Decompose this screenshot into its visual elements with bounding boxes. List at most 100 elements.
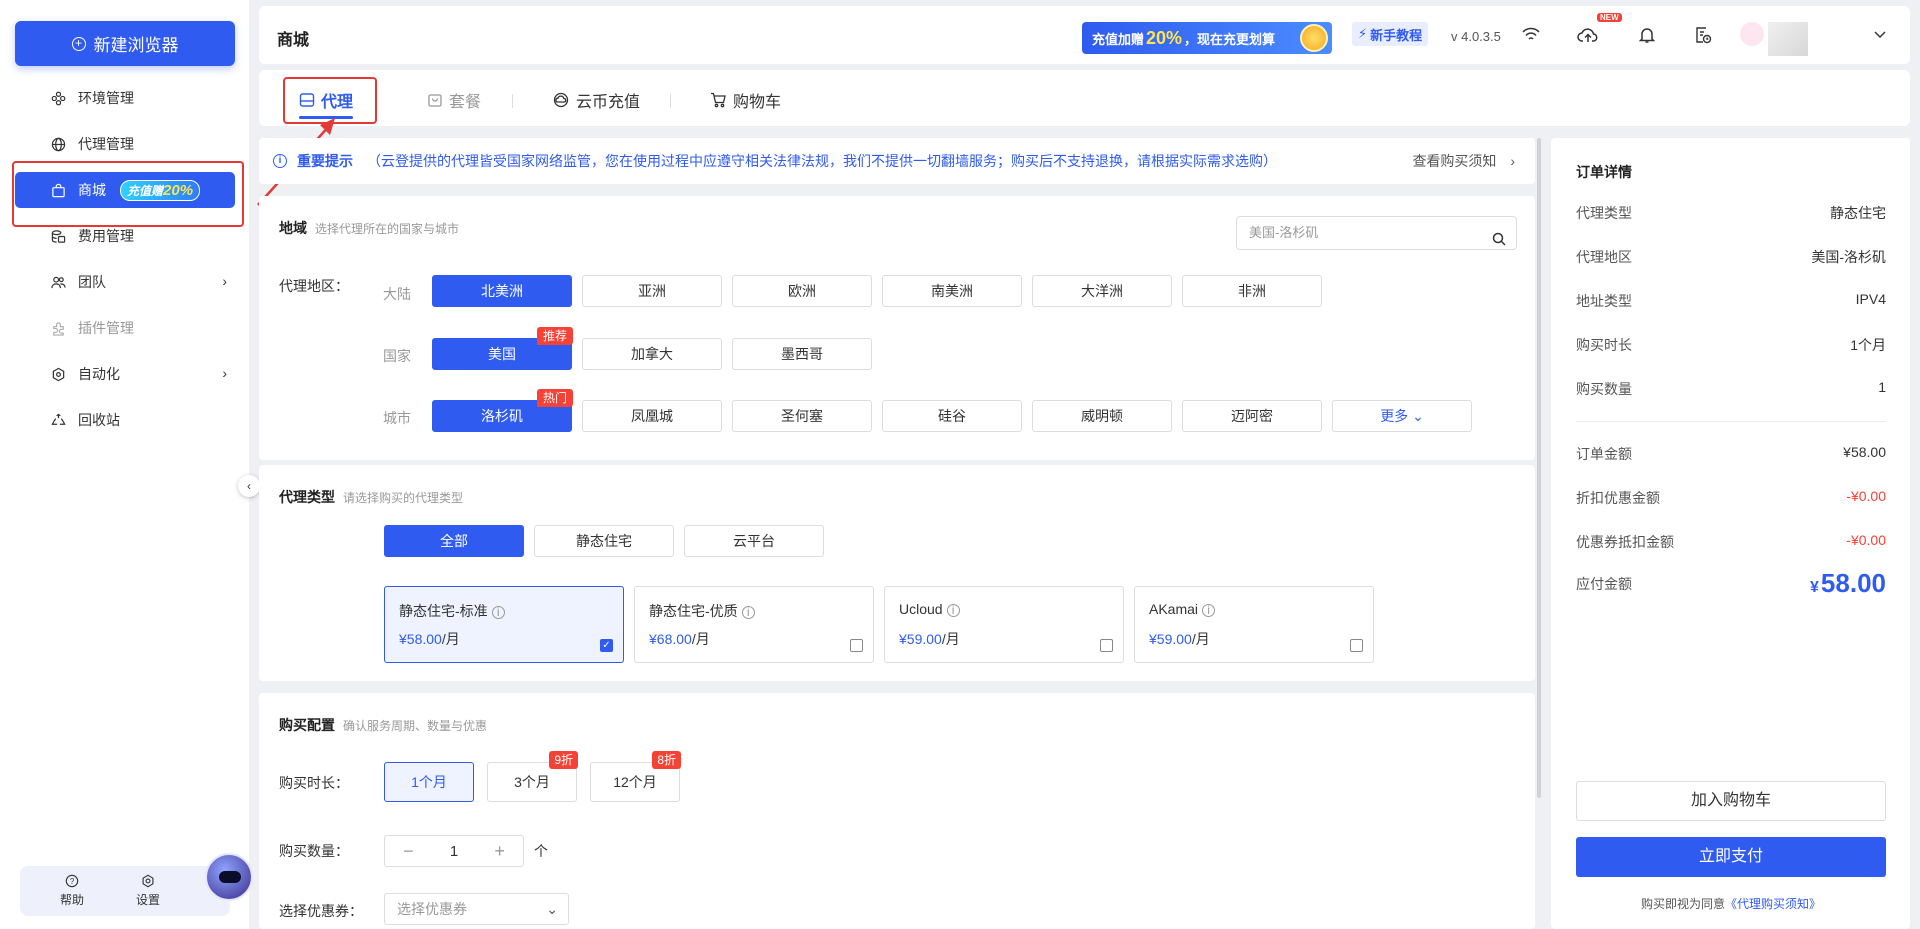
cart-icon: [711, 92, 726, 108]
more-cities-button[interactable]: 更多 ⌄: [1332, 400, 1472, 432]
sidebar-item-plugins[interactable]: 插件管理: [15, 310, 235, 346]
help-circle-icon: ?: [65, 874, 79, 888]
add-to-cart-button[interactable]: 加入购物车: [1576, 781, 1886, 821]
checkbox-checked[interactable]: ✓: [600, 639, 613, 652]
important-notice: i 重要提示 （云登提供的代理皆受国家网络监管，您在使用过程中应遵守相关法律法规…: [259, 138, 1535, 184]
recycle-icon: [50, 412, 66, 428]
bell-icon[interactable]: [1636, 24, 1658, 46]
cloud-upload-icon[interactable]: [1577, 24, 1599, 46]
sidebar-item-team[interactable]: 团队 ›: [15, 264, 235, 300]
region-row-label: 代理地区：: [279, 278, 349, 294]
proxy-filter-all[interactable]: 全部: [384, 525, 524, 557]
new-browser-button[interactable]: + 新建浏览器: [15, 21, 235, 66]
minus-icon[interactable]: −: [403, 841, 414, 862]
payable-amount: ¥58.00: [1810, 568, 1886, 598]
gear-icon: [142, 874, 154, 888]
discount-row: 折扣优惠金额 -¥0.00: [1576, 488, 1886, 506]
sidebar-item-environment[interactable]: 环境管理: [15, 80, 235, 116]
duration-option[interactable]: 12个月 8折: [590, 751, 681, 802]
package-icon: [428, 94, 442, 107]
city-option[interactable]: 威明顿: [1032, 400, 1172, 432]
region-search-input[interactable]: 美国-洛杉矶: [1236, 216, 1517, 250]
info-icon: i: [491, 606, 505, 619]
continent-option[interactable]: 非洲: [1182, 275, 1322, 307]
proxy-type-section: 代理类型 请选择购买的代理类型 全部 静态住宅 云平台 静态住宅-标准 i ¥58.…: [259, 465, 1535, 681]
coin-icon: [1300, 24, 1328, 52]
city-option[interactable]: 硅谷: [882, 400, 1022, 432]
wifi-icon[interactable]: [1520, 24, 1542, 46]
proxy-filter-cloud[interactable]: 云平台: [684, 525, 824, 557]
pay-now-button[interactable]: 立即支付: [1576, 837, 1886, 877]
order-amount-row: 订单金额 ¥58.00: [1576, 444, 1886, 462]
plus-icon[interactable]: +: [494, 841, 505, 862]
country-option[interactable]: 加拿大: [582, 338, 722, 370]
settings-button[interactable]: 设置: [136, 874, 160, 908]
order-row: 代理类型 静态住宅: [1576, 205, 1886, 221]
city-option[interactable]: 洛杉矶 热门: [432, 389, 573, 432]
city-option[interactable]: 迈阿密: [1182, 400, 1322, 432]
checkbox[interactable]: [850, 639, 863, 652]
continent-label: 大陆: [383, 286, 411, 302]
tab-separator: [670, 94, 671, 108]
checkbox[interactable]: [1100, 639, 1113, 652]
proxy-filter-static[interactable]: 静态住宅: [534, 525, 674, 557]
globe-icon: [50, 136, 66, 152]
city-option[interactable]: 凤凰城: [582, 400, 722, 432]
continent-option[interactable]: 北美洲: [432, 275, 572, 307]
version-label: v 4.0.3.5: [1451, 29, 1501, 44]
product-card[interactable]: Ucloud i ¥59.00/月: [884, 586, 1124, 663]
new-tag: NEW: [1597, 13, 1622, 22]
avatar[interactable]: [1740, 22, 1764, 46]
cloud-coin-icon: [553, 92, 569, 108]
document-clock-icon[interactable]: [1692, 24, 1714, 46]
continent-option[interactable]: 亚洲: [582, 275, 722, 307]
continent-option[interactable]: 欧洲: [732, 275, 872, 307]
collapse-sidebar-button[interactable]: ‹: [238, 475, 260, 497]
quantity-stepper[interactable]: − 1 +: [384, 835, 524, 867]
purchase-config-section: 购买配置 确认服务周期、数量与优惠 购买时长： 1个月 3个月 9折 12个月 8折 …: [259, 693, 1535, 929]
chevron-down-icon: ⌄: [546, 901, 558, 917]
sidebar: + 新建浏览器 环境管理 代理管理 商城 充值赠20% 费用管理 团队 › 插件…: [0, 0, 249, 929]
sidebar-item-automation[interactable]: 自动化 ›: [15, 356, 235, 392]
help-button[interactable]: ? 帮助: [60, 874, 84, 908]
order-row: 购买时长 1个月: [1576, 337, 1886, 353]
tab-bar: 代理 套餐 云币充值 购物车: [259, 70, 1910, 126]
sidebar-item-recycle[interactable]: 回收站: [15, 402, 235, 438]
discount-tag: 9折: [549, 751, 578, 769]
continent-option[interactable]: 南美洲: [882, 275, 1022, 307]
assistant-robot-icon[interactable]: [205, 853, 253, 901]
agreement-text: 购买即视为同意《代理购买须知》: [1640, 897, 1822, 911]
environment-icon: [50, 90, 66, 106]
chevron-down-icon[interactable]: [1869, 24, 1891, 46]
checkbox[interactable]: [1350, 639, 1363, 652]
sidebar-item-proxy[interactable]: 代理管理: [15, 126, 235, 162]
view-purchase-notice-link[interactable]: 查看购买须知 ›: [1412, 151, 1515, 171]
agreement-link[interactable]: 《代理购买须知》: [1725, 897, 1821, 911]
tab-cart[interactable]: 购物车: [710, 88, 781, 112]
recharge-promo-banner[interactable]: 充值加赠 20% ，现在充更划算: [1082, 22, 1332, 54]
info-icon: i: [1202, 604, 1216, 617]
annotation-box-store: [12, 161, 244, 227]
country-option[interactable]: 美国 推荐: [432, 327, 573, 370]
product-card[interactable]: 静态住宅-标准 i ¥58.00/月 ✓: [384, 586, 624, 663]
plus-circle-icon: +: [71, 36, 86, 51]
order-row: 地址类型 IPV4: [1576, 291, 1886, 309]
scrollbar[interactable]: [1537, 138, 1541, 798]
continent-option[interactable]: 大洋洲: [1032, 275, 1172, 307]
duration-option[interactable]: 3个月 9折: [487, 751, 578, 802]
page-title: 商城: [277, 32, 310, 49]
user-avatar-image[interactable]: [1768, 22, 1808, 56]
info-icon: i: [741, 606, 755, 619]
quantity-label: 购买数量：: [279, 843, 349, 859]
product-card[interactable]: AKamai i ¥59.00/月: [1134, 586, 1374, 663]
coupon-select[interactable]: 选择优惠券 ⌄: [384, 893, 569, 925]
purchase-config-title: 购买配置 确认服务周期、数量与优惠: [279, 717, 488, 733]
tab-package[interactable]: 套餐: [427, 88, 481, 112]
country-option[interactable]: 墨西哥: [732, 338, 872, 370]
tab-coin-recharge[interactable]: 云币充值: [552, 88, 640, 112]
product-card[interactable]: 静态住宅-优质 i ¥68.00/月: [634, 586, 874, 663]
duration-option[interactable]: 1个月: [384, 762, 474, 802]
team-icon: [50, 274, 66, 290]
tutorial-button[interactable]: ⚡ 新手教程: [1352, 22, 1429, 46]
city-option[interactable]: 圣何塞: [732, 400, 872, 432]
